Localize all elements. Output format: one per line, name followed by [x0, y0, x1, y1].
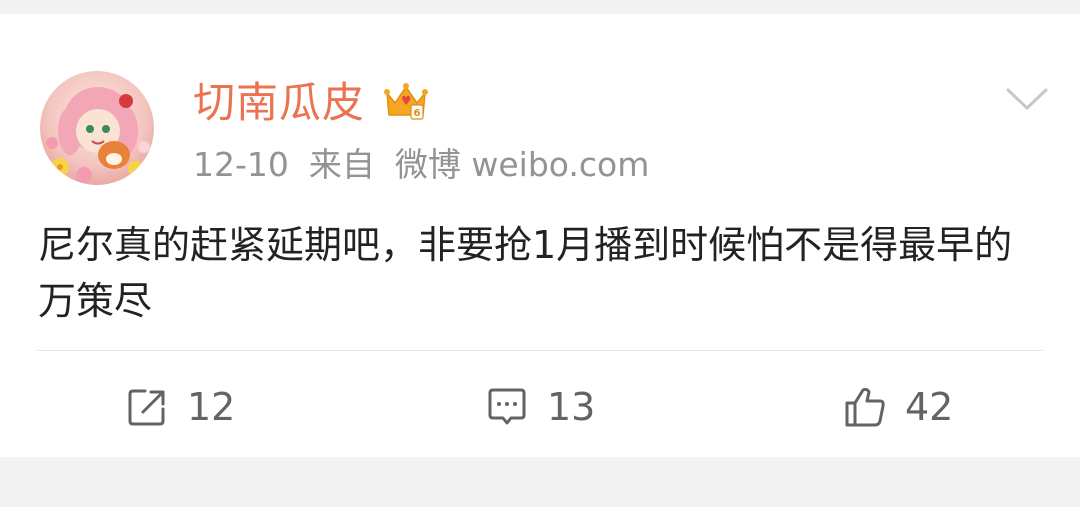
repost-count: 12 [187, 385, 236, 429]
post-date: 12-10 [193, 145, 289, 184]
username[interactable]: 切南瓜皮 [193, 76, 365, 130]
crown-level-6-icon[interactable]: 6 [383, 79, 429, 123]
thumbs-up-icon [845, 387, 885, 427]
divider [37, 350, 1043, 351]
avatar[interactable] [40, 71, 154, 185]
weibo-post-card: 切南瓜皮 6 12-10 来自 微博 weibo.com 尼尔真的赶紧延期吧，非要抢… [0, 14, 1080, 457]
source-prefix: 来自 [308, 145, 375, 184]
like-count: 42 [905, 385, 954, 429]
comment-icon [488, 388, 526, 425]
repost-icon [128, 389, 165, 426]
comment-button[interactable]: 13 [485, 377, 595, 437]
svg-text:6: 6 [414, 108, 421, 119]
post-source: 微博 weibo.com [394, 145, 650, 184]
post-meta: 12-10 来自 微博 weibo.com [193, 140, 649, 190]
post-text: 尼尔真的赶紧延期吧，非要抢1月播到时候怕不是得最早的万策尽 [38, 223, 1013, 323]
comment-count: 13 [547, 385, 596, 429]
chevron-down-icon[interactable] [1004, 84, 1050, 114]
like-button[interactable]: 42 [843, 377, 953, 437]
repost-button[interactable]: 12 [125, 377, 235, 437]
